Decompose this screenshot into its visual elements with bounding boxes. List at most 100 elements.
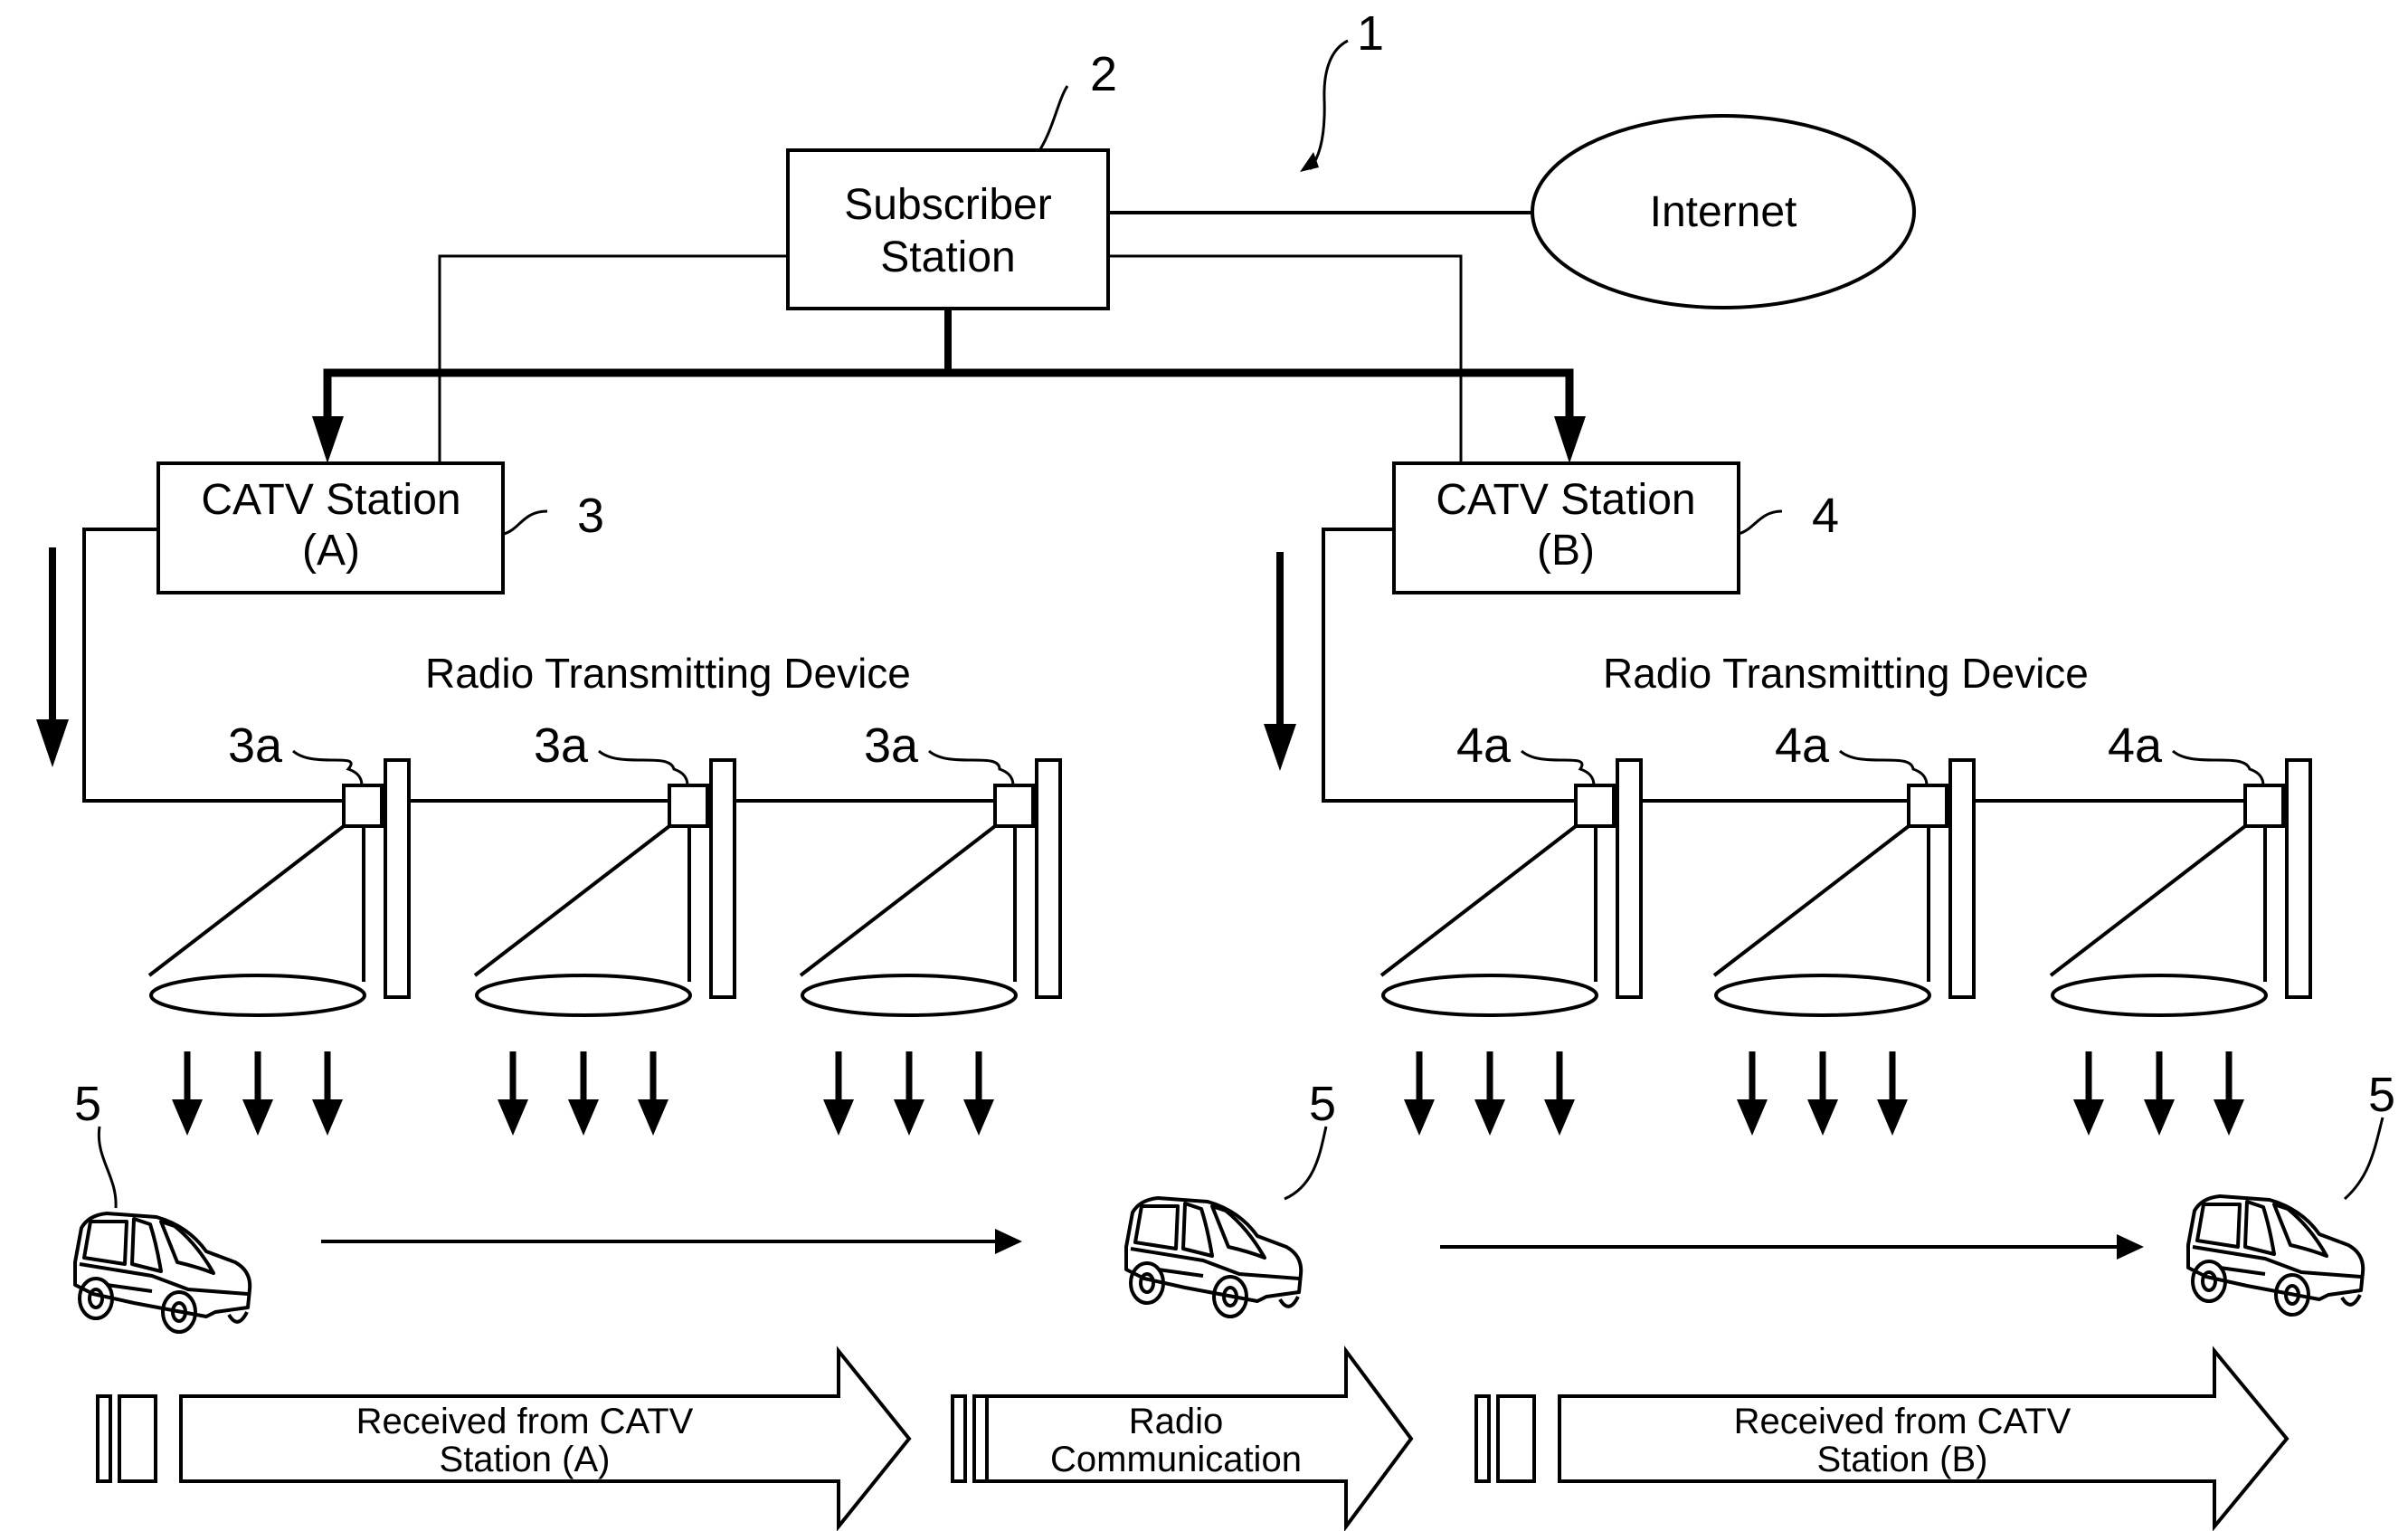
catv-a-label-2: (A) [302, 527, 360, 575]
catv-a-label-1: CATV Station [201, 476, 460, 524]
catv-a-downlink-arrow [36, 547, 69, 767]
internet-cloud[interactable]: Internet [1531, 114, 1916, 309]
catv-b-label-1: CATV Station [1436, 476, 1695, 524]
subscriber-station-reference: 2 [1038, 47, 1117, 150]
radio-transmitter[interactable]: 3a [799, 718, 1062, 1136]
signal-arrow-head [1737, 1099, 1768, 1136]
packet-marker-small [96, 1394, 112, 1483]
radio-transmitter[interactable]: 3a [473, 718, 736, 1136]
vehicle-leader [2344, 1117, 2384, 1201]
diagram-canvas: 1 Subscriber Station 2 Internet CATV Sta… [36, 6, 2395, 1531]
catv-b-reference: 4 [1738, 489, 1839, 543]
vehicle-ref-label: 5 [2368, 1068, 2395, 1122]
flow-label-line-1: Radio [1129, 1402, 1224, 1441]
transmitter-ref-label: 3a [534, 718, 589, 773]
packet-marker-small [1474, 1394, 1491, 1483]
beam-edge-left [473, 824, 671, 977]
catv-b-device-label: Radio Transmitting Device [1603, 650, 2089, 697]
flow-label-line-2: Station (A) [440, 1440, 611, 1479]
car-icon [2186, 1194, 2365, 1317]
signal-arrow-head [568, 1099, 599, 1136]
signal-arrow-head [1807, 1099, 1838, 1136]
catv-a-reference: 3 [503, 489, 604, 543]
transmitter-leader [598, 749, 689, 786]
system-ref-label: 1 [1357, 6, 1384, 61]
packet-marker-large [1496, 1394, 1536, 1483]
tower-pole [709, 758, 736, 999]
radio-transmitter[interactable]: 4a [1379, 718, 1643, 1136]
bus-arrow-b [1554, 416, 1586, 463]
transmitter-leader [2172, 749, 2265, 786]
transmitter-leader [292, 749, 364, 786]
vehicles: 5 5 5 [73, 1068, 2395, 1334]
signal-arrow-head [498, 1099, 528, 1136]
internet-label: Internet [1650, 188, 1797, 236]
flow-label-line-1: Received from CATV [356, 1402, 694, 1441]
coverage-area [1381, 974, 1598, 1017]
vehicle-leader [97, 1126, 118, 1209]
vehicle-motion-arrowhead-1 [995, 1229, 1022, 1254]
car-icon [1124, 1196, 1304, 1318]
subscriber-catv-a-link [438, 254, 788, 463]
radio-transmitter[interactable]: 4a [1712, 718, 1976, 1136]
subscriber-catv-b-link [1108, 254, 1463, 463]
transmitter-unit [1574, 784, 1616, 828]
flow-arrow: RadioCommunication [951, 1345, 1414, 1531]
tower-pole [384, 758, 411, 999]
subscriber-station-ref-label: 2 [1090, 47, 1117, 101]
flow-label-line-1: Received from CATV [1734, 1402, 2071, 1441]
vehicle-ref-label: 5 [74, 1077, 101, 1131]
catv-a-ref-label: 3 [577, 489, 604, 543]
flow-arrow: Received from CATVStation (A) [96, 1346, 912, 1531]
packet-marker-small [951, 1394, 967, 1483]
transmitter-ref-label: 3a [228, 718, 283, 773]
transmitter-unit [342, 784, 384, 828]
signal-arrow-head [2214, 1099, 2244, 1136]
beam-edge-left [799, 824, 997, 977]
catv-b-label-2: (B) [1537, 527, 1595, 575]
catv-station-a[interactable]: CATV Station (A) [156, 461, 505, 594]
subscriber-station-label-1: Subscriber [844, 181, 1051, 229]
vehicle-ref-label: 5 [1309, 1077, 1336, 1131]
signal-arrow-head [638, 1099, 668, 1136]
vehicle[interactable]: 5 [73, 1077, 252, 1334]
packet-marker-large [118, 1394, 157, 1483]
coverage-area [475, 974, 692, 1017]
beam-edge-left [1712, 824, 1910, 977]
subscriber-station-label-2: Station [880, 233, 1015, 281]
signal-arrow-head [1877, 1099, 1908, 1136]
signal-arrow-head [1544, 1099, 1575, 1136]
signal-arrow-head [1404, 1099, 1435, 1136]
flow-label-line-2: Station (B) [1817, 1440, 1988, 1479]
catv-station-b[interactable]: CATV Station (B) [1392, 461, 1740, 594]
bus-arrow-a [312, 416, 344, 463]
flow-label-line-2: Communication [1050, 1440, 1302, 1479]
transmitter-leader [1521, 749, 1596, 786]
radio-transmitter[interactable]: 3a [147, 718, 411, 1136]
antennas: 3a 3a 3a 4a 4a 4a [147, 718, 2312, 1136]
tower-pole [1616, 758, 1643, 999]
subscriber-station[interactable]: Subscriber Station [786, 148, 1110, 310]
car-icon [73, 1212, 252, 1334]
vehicle[interactable]: 5 [1124, 1077, 1336, 1318]
signal-arrow-head [2073, 1099, 2104, 1136]
coverage-area [149, 974, 366, 1017]
beam-edge-left [1379, 824, 1578, 977]
radio-transmitter[interactable]: 4a [2049, 718, 2312, 1136]
transmitter-unit [2243, 784, 2285, 828]
signal-arrow-head [894, 1099, 924, 1136]
signal-arrow-head [172, 1099, 203, 1136]
transmitter-unit [993, 784, 1035, 828]
beam-edge-left [147, 824, 346, 977]
signal-arrow-head [242, 1099, 273, 1136]
transmitter-ref-label: 3a [864, 718, 919, 773]
system-reference: 1 [1300, 6, 1384, 172]
transmitter-leader [1839, 749, 1929, 786]
catv-a-device-label: Radio Transmitting Device [425, 650, 911, 697]
coverage-area [801, 974, 1018, 1017]
catv-b-ref-label: 4 [1812, 489, 1839, 543]
signal-arrow-head [963, 1099, 994, 1136]
transmitter-leader [928, 749, 1015, 786]
vehicle-motion-arrowhead-2 [2117, 1234, 2144, 1260]
coverage-area [2051, 974, 2268, 1017]
